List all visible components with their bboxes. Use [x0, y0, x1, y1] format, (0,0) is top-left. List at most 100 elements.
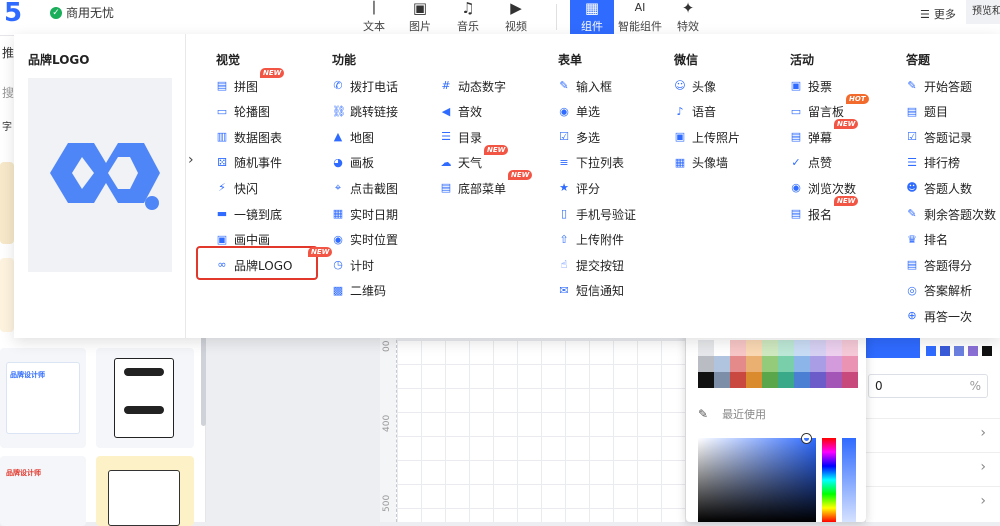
menu-item-puzzle[interactable]: ▤ 拼图 NEW [216, 68, 285, 96]
menu-item-mail[interactable]: ✉ 短信通知 [558, 281, 624, 301]
color-swatch[interactable] [762, 356, 778, 372]
current-color-swatch[interactable] [866, 336, 920, 358]
color-preset-swatch[interactable] [968, 346, 978, 356]
color-cursor[interactable] [802, 434, 811, 443]
menu-item-upload[interactable]: ⇧ 上传附件 [558, 230, 624, 250]
menu-item-dropdown[interactable]: ≡ 下拉列表 [558, 153, 624, 173]
app-logo[interactable]: 5 [4, 0, 22, 28]
color-swatch[interactable] [842, 372, 858, 388]
template-thumb[interactable] [96, 456, 194, 526]
eyedropper-icon[interactable]: ✎ [698, 407, 708, 421]
color-swatch[interactable] [778, 340, 794, 356]
template-thumb[interactable] [0, 258, 14, 332]
menu-item-rank-list[interactable]: ☰ 排行榜 [906, 153, 960, 173]
menu-item-timer[interactable]: ◷ 计时 [332, 255, 374, 275]
menu-item-qrcode[interactable]: ▩ 二维码 [332, 281, 386, 301]
menu-item-avatar[interactable]: ☺ 头像 [674, 76, 716, 96]
menu-item-star[interactable]: ★ 评分 [558, 178, 600, 198]
tool-sparkle[interactable]: ✦ 特效 [666, 0, 710, 36]
color-swatch[interactable] [714, 356, 730, 372]
color-swatch[interactable] [842, 356, 858, 372]
color-swatch[interactable] [762, 372, 778, 388]
menu-item-danmaku[interactable]: ▤ 弹幕 NEW [790, 119, 859, 147]
color-swatch[interactable] [698, 356, 714, 372]
saturation-value-area[interactable] [698, 438, 816, 522]
menu-item-flash[interactable]: ⚡ 快闪 [216, 178, 258, 198]
menu-item-radio[interactable]: ◉ 单选 [558, 102, 600, 122]
tool-component[interactable]: ▦ 组件 [570, 0, 614, 36]
menu-item-screenshot[interactable]: ⌖ 点击截图 [332, 178, 398, 198]
menu-item-number[interactable]: # 动态数字 [440, 76, 506, 96]
color-preset-swatch[interactable] [954, 346, 964, 356]
menu-item-thumb-up[interactable]: ✓ 点赞 [790, 153, 832, 173]
menu-item-map-pin[interactable]: ▲ 地图 [332, 127, 374, 147]
menu-item-analysis[interactable]: ◎ 答案解析 [906, 281, 972, 301]
menu-item-record[interactable]: ☑ 答题记录 [906, 127, 972, 147]
template-thumb[interactable]: 品牌设计师 [0, 348, 86, 448]
menu-item-pip[interactable]: ▣ 画中画 [216, 230, 270, 250]
color-swatch[interactable] [794, 372, 810, 388]
color-swatch[interactable] [794, 356, 810, 372]
menu-item-dice[interactable]: ⚄ 随机事件 [216, 153, 282, 173]
tool-text[interactable]: 丨文本 [352, 0, 396, 36]
color-swatch[interactable] [746, 356, 762, 372]
property-row[interactable]: › [866, 486, 1000, 516]
menu-item-input[interactable]: ✎ 输入框 [558, 76, 612, 96]
color-swatch[interactable] [778, 356, 794, 372]
menu-item-question[interactable]: ▤ 题目 [906, 102, 948, 122]
color-swatch[interactable] [810, 356, 826, 372]
property-row[interactable]: › [866, 418, 1000, 448]
color-preset-swatch[interactable] [926, 346, 936, 356]
menu-item-people[interactable]: ☻ 答题人数 [906, 178, 972, 198]
tool-image[interactable]: ▣ 图片 [398, 0, 442, 36]
menu-item-mic[interactable]: ♪ 语音 [674, 102, 716, 122]
menu-item-chart[interactable]: ▥ 数据图表 [216, 127, 282, 147]
menu-item-pen[interactable]: ✎ 开始答题 [906, 76, 972, 96]
color-swatch[interactable] [778, 372, 794, 388]
color-swatch[interactable] [698, 340, 714, 356]
color-swatch[interactable] [714, 340, 730, 356]
tool-video[interactable]: ▶ 视频 [494, 0, 538, 36]
menu-item-link[interactable]: ⛓ 跳转链接 [332, 102, 398, 122]
menu-item-mobile[interactable]: ▯ 手机号验证 [558, 204, 636, 224]
menu-item-checkbox[interactable]: ☑ 多选 [558, 127, 600, 147]
menu-item-vote[interactable]: ▣ 投票 [790, 76, 832, 96]
preview-button[interactable]: 预览和 [966, 0, 1000, 24]
menu-item-phone[interactable]: ✆ 拨打电话 [332, 76, 398, 96]
color-swatch[interactable] [810, 372, 826, 388]
color-swatch[interactable] [842, 340, 858, 356]
menu-item-carousel[interactable]: ▭ 轮播图 [216, 102, 270, 122]
property-row[interactable]: › [866, 452, 1000, 482]
opacity-input[interactable]: 0 % [868, 374, 988, 398]
color-swatch[interactable] [826, 340, 842, 356]
menu-item-weather[interactable]: ☁ 天气 NEW [440, 144, 509, 173]
color-swatch[interactable] [826, 372, 842, 388]
chevron-right-icon[interactable]: › [188, 152, 194, 168]
menu-item-palette[interactable]: ◕ 画板 [332, 153, 374, 173]
template-thumb[interactable] [96, 348, 194, 448]
alpha-slider[interactable] [842, 438, 856, 522]
menu-item-retry[interactable]: ⊕ 再答一次 [906, 306, 972, 326]
template-thumb[interactable] [0, 162, 14, 244]
menu-item-location[interactable]: ◉ 实时位置 [332, 230, 398, 250]
canvas-grid[interactable] [396, 340, 686, 522]
menu-item-score[interactable]: ▤ 答题得分 [906, 255, 972, 275]
menu-item-catalog[interactable]: ☰ 目录 [440, 127, 482, 147]
color-swatch[interactable] [794, 340, 810, 356]
menu-item-photo[interactable]: ▣ 上传照片 [674, 127, 740, 147]
menu-item-scroll-shot[interactable]: ▬ 一镜到底 [216, 204, 282, 224]
color-swatch[interactable] [826, 356, 842, 372]
menu-item-crown[interactable]: ♛ 排名 [906, 230, 948, 250]
more-button[interactable]: ☰ 更多 [920, 6, 956, 22]
color-swatch[interactable] [762, 340, 778, 356]
color-swatch[interactable] [746, 340, 762, 356]
menu-item-calendar[interactable]: ▦ 实时日期 [332, 204, 398, 224]
tool-music[interactable]: ♫ 音乐 [446, 0, 490, 36]
menu-item-avatar-wall[interactable]: ▦ 头像墙 [674, 153, 728, 173]
hue-slider[interactable] [822, 438, 836, 522]
menu-item-signup[interactable]: ▤ 报名 NEW [790, 196, 859, 224]
tool-ai[interactable]: AI 智能组件 [618, 0, 662, 36]
menu-item-infinity[interactable]: ∞ 品牌LOGO NEW [216, 247, 333, 275]
menu-item-edit-count[interactable]: ✎ 剩余答题次数 [906, 204, 996, 224]
preview-image[interactable] [28, 78, 172, 272]
